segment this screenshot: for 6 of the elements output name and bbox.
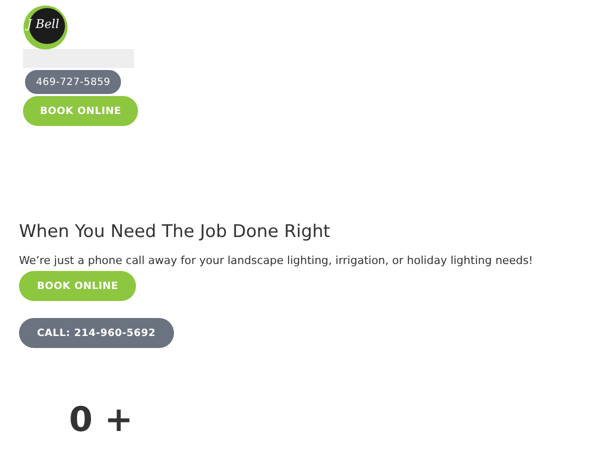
intro-text: We’re just a phone call away for your landscape lighting, irrigation, or holiday lighting needs! (19, 254, 533, 267)
logo-icon (23, 5, 68, 50)
stat-number: 0 + (69, 400, 133, 440)
call-button[interactable]: CALL: 214-960-5692 (19, 318, 174, 348)
section-heading: When You Need The Job Done Right (19, 222, 330, 242)
phone-button[interactable]: 469-727-5859 (25, 70, 122, 94)
